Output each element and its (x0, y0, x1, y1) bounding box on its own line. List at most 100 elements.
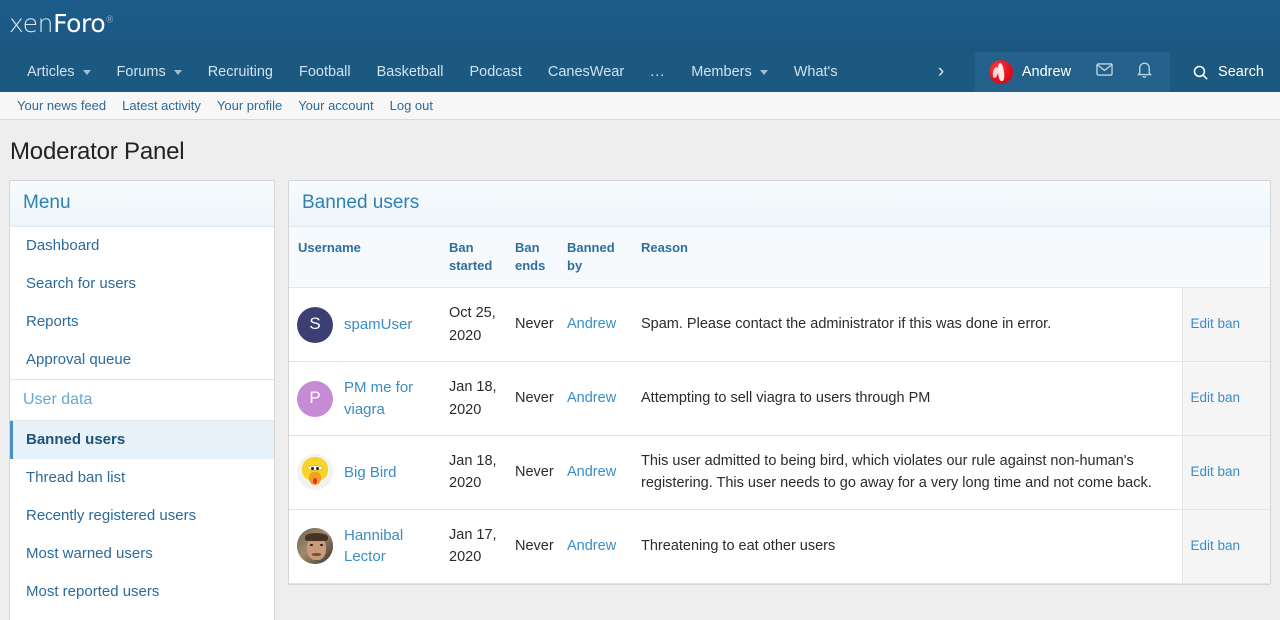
envelope-icon (1095, 60, 1114, 84)
nav-item-caneswear[interactable]: CanesWear (535, 52, 637, 92)
sidebar-item-dashboard[interactable]: Dashboard (10, 227, 274, 265)
subnav-item-your-news-feed[interactable]: Your news feed (9, 98, 114, 113)
cell-ban-started: Jan 18, 2020 (441, 435, 507, 510)
column-header-ban-started[interactable]: Ban started (441, 227, 507, 289)
sidebar-item-most-warned-users[interactable]: Most warned users (10, 535, 274, 573)
avatar[interactable]: S (297, 306, 333, 343)
nav-item-label: Podcast (469, 64, 522, 80)
nav-item-[interactable]: ... (637, 52, 678, 92)
subnav-item-your-profile[interactable]: Your profile (209, 98, 290, 113)
column-header-banned-by[interactable]: Banned by (559, 227, 633, 289)
cell-ban-ends: Never (507, 509, 559, 584)
user-cell: SspamUser (297, 306, 433, 343)
cell-actions: Edit ban (1181, 509, 1270, 584)
edit-ban-link[interactable]: Edit ban (1191, 390, 1241, 405)
cell-ban-started: Oct 25, 2020 (441, 287, 507, 363)
inbox-button[interactable] (1084, 60, 1124, 84)
username-link[interactable]: PM me for viagra (344, 377, 433, 421)
avatar[interactable]: P (297, 380, 333, 417)
nav-overflow-arrow-icon[interactable]: › (928, 52, 954, 92)
cell-ban-started: Jan 18, 2020 (441, 361, 507, 436)
nav-item-podcast[interactable]: Podcast (456, 52, 534, 92)
nav-item-football[interactable]: Football (286, 52, 364, 92)
nav-item-forums[interactable]: Forums (104, 52, 195, 92)
visitor-subnavigation: Your news feed Latest activity Your profil… (0, 92, 1280, 120)
nav-item-label: ... (650, 64, 666, 80)
avatar-initial: S (309, 314, 321, 334)
sidebar-groups: Dashboard Search for users Reports Approval… (10, 227, 274, 620)
user-cell: Hannibal Lector (297, 525, 433, 569)
nav-item-label: Articles (27, 64, 75, 80)
banned-by-link[interactable]: Andrew (567, 316, 616, 332)
table-header-row: Username Ban started Ban ends Banned by … (289, 227, 1270, 289)
banned-by-link[interactable]: Andrew (567, 538, 616, 554)
nav-item-label: Members (691, 64, 752, 80)
search-icon (1192, 64, 1209, 81)
cell-banned-by: Andrew (559, 287, 633, 363)
banned-by-link[interactable]: Andrew (567, 390, 616, 406)
nav-item-label: What's (793, 64, 838, 80)
table-row: SspamUser Oct 25, 2020 Never Andrew Spam. Pl… (289, 287, 1270, 363)
cell-username: Big Bird (289, 435, 441, 510)
table-row: Big Bird Jan 18, 2020 Never Andrew This user… (289, 435, 1270, 510)
logo-text-b: Foro (53, 9, 106, 38)
sidebar-item-search-for-users[interactable]: Search for users (10, 265, 274, 303)
cell-actions: Edit ban (1181, 435, 1270, 510)
cell-reason: Spam. Please contact the administrator i… (633, 287, 1182, 363)
sidebar-item-reports[interactable]: Reports (10, 303, 274, 341)
nav-items-container: Articles Forums Recruiting Football Basketba… (0, 52, 975, 92)
sidebar-item-most-reported-users[interactable]: Most reported users (10, 573, 274, 611)
site-logo[interactable]: xenForo® (9, 9, 114, 38)
account-name: Andrew (1021, 64, 1072, 80)
cell-reason: This user admitted to being bird, which … (633, 435, 1182, 510)
page-title: Moderator Panel (10, 138, 185, 165)
sidebar-item-recently-registered-users[interactable]: Recently registered users (10, 497, 274, 535)
avatar[interactable] (297, 528, 333, 565)
sidebar-item-most-ignored-users[interactable]: Most ignored users (10, 611, 274, 620)
nav-item-articles[interactable]: Articles (14, 52, 104, 92)
edit-ban-link[interactable]: Edit ban (1191, 464, 1241, 479)
logo-text-a: xen (9, 9, 54, 38)
subnav-item-log-out[interactable]: Log out (382, 98, 441, 113)
nav-item-basketball[interactable]: Basketball (364, 52, 457, 92)
subnav-item-your-account[interactable]: Your account (290, 98, 381, 113)
sidebar-item-banned-users[interactable]: Banned users (10, 421, 274, 459)
cell-actions: Edit ban (1181, 361, 1270, 436)
column-header-actions (1182, 227, 1270, 289)
username-link[interactable]: spamUser (344, 314, 412, 336)
banned-by-link[interactable]: Andrew (567, 464, 616, 480)
sidebar-header: Menu (10, 181, 274, 227)
avatar (988, 60, 1013, 84)
nav-item-members[interactable]: Members (678, 52, 780, 92)
sidebar-item-thread-ban-list[interactable]: Thread ban list (10, 459, 274, 497)
cell-ban-ends: Never (507, 361, 559, 436)
edit-ban-link[interactable]: Edit ban (1191, 316, 1241, 331)
account-menu-button[interactable]: Andrew (986, 60, 1084, 84)
banned-users-table: Username Ban started Ban ends Banned by … (289, 227, 1270, 584)
search-button[interactable]: Search (1178, 52, 1280, 92)
alerts-button[interactable] (1124, 60, 1164, 84)
nav-item-label: Football (298, 64, 351, 80)
avatar[interactable] (297, 454, 333, 491)
nav-item-label: Forums (116, 64, 166, 80)
column-header-username[interactable]: Username (289, 227, 441, 289)
nav-item-recruiting[interactable]: Recruiting (195, 52, 286, 92)
visitor-menu-block: Andrew (974, 52, 1171, 92)
subnav-item-latest-activity[interactable]: Latest activity (114, 98, 209, 113)
nav-item-label: Basketball (376, 64, 444, 80)
cell-ban-started: Jan 17, 2020 (441, 509, 507, 584)
edit-ban-link[interactable]: Edit ban (1191, 538, 1241, 553)
column-header-ban-ends[interactable]: Ban ends (507, 227, 559, 289)
user-cell: P PM me for viagra (297, 377, 433, 421)
sidebar-item-approval-queue[interactable]: Approval queue (10, 341, 274, 379)
column-header-reason[interactable]: Reason (633, 227, 1182, 289)
cell-username: Hannibal Lector (289, 509, 441, 584)
page-body: Moderator Panel Menu Dashboard Search for… (0, 120, 1280, 620)
user-cell: Big Bird (297, 454, 433, 491)
nav-item-label: CanesWear (547, 64, 625, 80)
username-link[interactable]: Hannibal Lector (344, 525, 433, 569)
sidebar-section-title: User data (10, 379, 274, 421)
table-row: Hannibal Lector Jan 17, 2020 Never Andrew Th… (289, 509, 1270, 584)
username-link[interactable]: Big Bird (344, 462, 397, 484)
nav-item-what-s[interactable]: What's (781, 52, 851, 92)
